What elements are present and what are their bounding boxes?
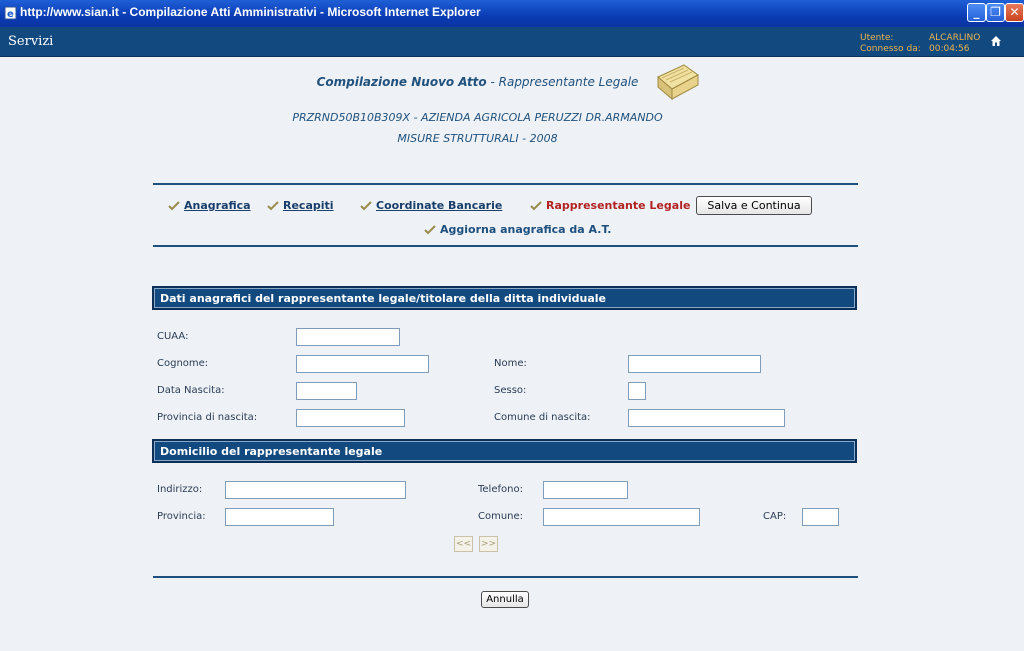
telefono-label: Telefono: — [478, 484, 523, 495]
connected-label: Connesso da: — [860, 44, 921, 54]
provincia-nascita-input[interactable] — [296, 409, 405, 427]
ie-page-icon: e — [4, 6, 17, 20]
svg-text:e: e — [7, 9, 14, 20]
servizi-menu[interactable]: Servizi — [8, 34, 53, 49]
provincia-nascita-label: Provincia di nascita: — [157, 412, 258, 423]
close-button[interactable]: ✕ — [1005, 3, 1024, 22]
telefono-input[interactable] — [543, 481, 628, 499]
minimize-button[interactable]: _ — [967, 3, 986, 22]
window-title: http://www.sian.it - Compilazione Atti A… — [20, 5, 481, 19]
save-continue-button[interactable]: Salva e Continua — [696, 196, 812, 215]
measure-line: MISURE STRUTTURALI - 2008 — [397, 132, 558, 145]
company-line: PRZRND50B10B309X - AZIENDA AGRICOLA PERU… — [292, 111, 663, 124]
check-icon — [267, 200, 279, 210]
nav-anagrafica[interactable]: Anagrafica — [168, 199, 251, 212]
page-title: Compilazione Nuovo Atto - Rappresentante… — [0, 75, 955, 89]
page-title-sub: Rappresentante Legale — [498, 75, 639, 89]
nav-aggiorna-anagrafica[interactable]: Aggiorna anagrafica da A.T. — [424, 223, 611, 236]
sesso-label: Sesso: — [494, 385, 527, 396]
comune-nascita-label: Comune di nascita: — [494, 412, 591, 423]
provincia-label: Provincia: — [157, 511, 206, 522]
user-value: ALCARLINO — [929, 33, 981, 43]
page-title-separator: - — [486, 75, 499, 89]
user-label: Utente: — [860, 33, 894, 43]
comune-label: Comune: — [478, 511, 524, 522]
comune-input[interactable] — [543, 508, 700, 526]
cuaa-input[interactable] — [296, 328, 400, 346]
cap-input[interactable] — [802, 508, 839, 526]
nav-recapiti-label[interactable]: Recapiti — [283, 199, 334, 212]
check-icon — [168, 200, 180, 210]
cognome-label: Cognome: — [157, 358, 209, 369]
check-icon — [360, 200, 372, 210]
connected-value: 00:04:56 — [929, 44, 970, 54]
section-domicilio: Domicilio del rappresentante legale — [152, 439, 857, 463]
cognome-input[interactable] — [296, 355, 429, 373]
nav-recapiti[interactable]: Recapiti — [267, 199, 334, 212]
annulla-button[interactable]: Annulla — [481, 591, 529, 608]
data-nascita-input[interactable] — [296, 382, 357, 400]
divider-nav — [153, 245, 858, 247]
comune-nascita-input[interactable] — [628, 409, 785, 427]
nav-coordinate-label[interactable]: Coordinate Bancarie — [376, 199, 502, 212]
cap-label: CAP: — [763, 511, 787, 522]
nome-input[interactable] — [628, 355, 761, 373]
nav-aggiorna-label[interactable]: Aggiorna anagrafica da A.T. — [440, 223, 611, 236]
window-titlebar: e http://www.sian.it - Compilazione Atti… — [0, 0, 1024, 27]
sesso-input[interactable] — [628, 382, 646, 400]
cuaa-label: CUAA: — [157, 331, 189, 342]
check-icon — [530, 200, 542, 210]
data-nascita-label: Data Nascita: — [157, 385, 225, 396]
nome-label: Nome: — [494, 358, 527, 369]
divider-top — [153, 183, 858, 185]
prev-page-button[interactable]: << — [454, 536, 473, 552]
section-dati-anagrafici: Dati anagrafici del rappresentante legal… — [152, 286, 857, 310]
check-icon — [424, 224, 436, 234]
provincia-input[interactable] — [225, 508, 334, 526]
restore-button[interactable]: ❐ — [986, 3, 1005, 22]
home-icon[interactable] — [990, 35, 1002, 47]
nav-rappresentante-legale: Rappresentante Legale — [530, 199, 690, 212]
nav-anagrafica-label[interactable]: Anagrafica — [184, 199, 251, 212]
services-bar: Servizi Utente: ALCARLINO Connesso da: 0… — [0, 27, 1024, 57]
next-page-button[interactable]: >> — [479, 536, 498, 552]
page-title-main: Compilazione Nuovo Atto — [316, 75, 487, 89]
nav-rappresentante-label: Rappresentante Legale — [546, 199, 691, 212]
nav-coordinate-bancarie[interactable]: Coordinate Bancarie — [360, 199, 502, 212]
indirizzo-label: Indirizzo: — [157, 484, 203, 495]
indirizzo-input[interactable] — [225, 481, 406, 499]
divider-bottom — [153, 576, 858, 578]
book-icon — [657, 64, 699, 101]
